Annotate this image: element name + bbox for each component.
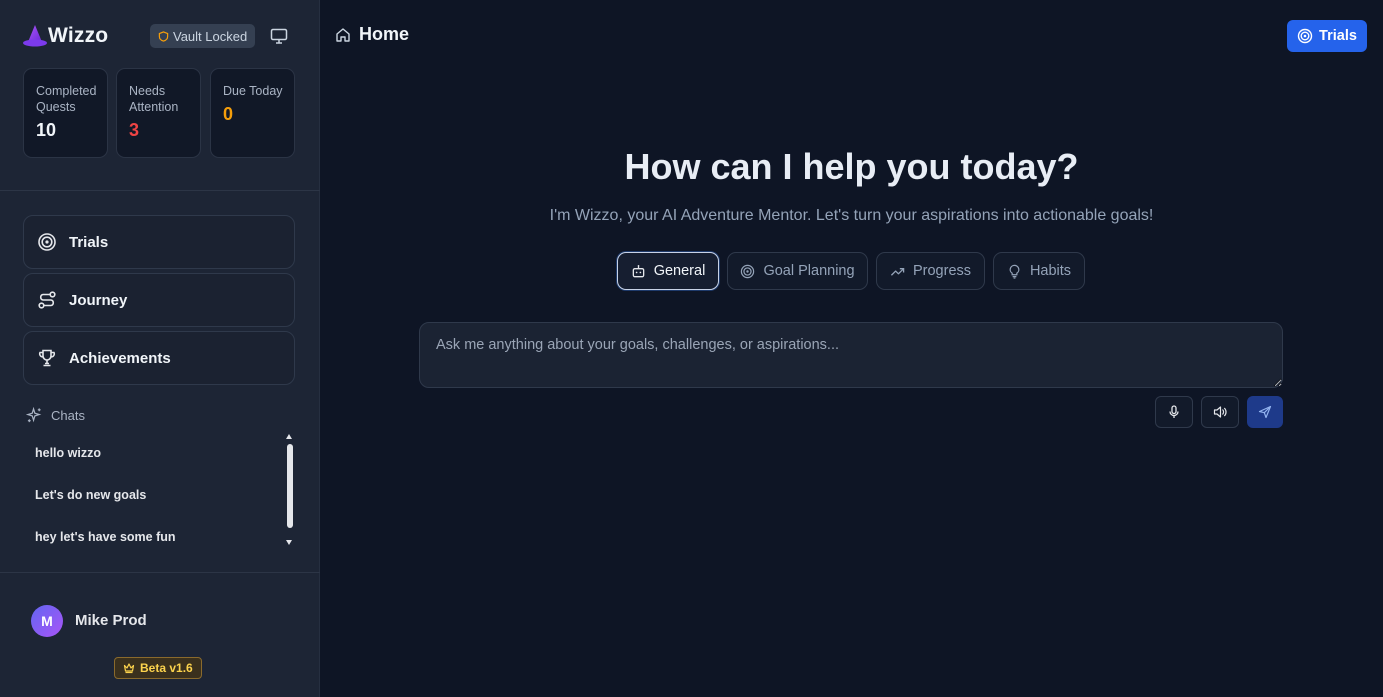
avatar[interactable]: M: [31, 605, 63, 637]
scroll-up-arrow[interactable]: [286, 434, 292, 439]
mode-tab-label: Progress: [912, 263, 972, 279]
stat-value: 10: [36, 120, 57, 140]
microphone-icon: [1169, 405, 1179, 418]
trophy-icon: [38, 349, 56, 367]
version-badge: Beta v1.6: [114, 657, 202, 679]
target-icon: [741, 264, 755, 278]
crown-icon: [123, 663, 135, 674]
stat-value: 3: [129, 120, 140, 140]
trials-button-label: Trials: [1319, 28, 1357, 44]
nav-item-trials[interactable]: Trials: [23, 215, 295, 269]
trials-button[interactable]: Trials: [1287, 20, 1367, 52]
nav-item-journey[interactable]: Journey: [23, 273, 295, 327]
scroll-down-arrow[interactable]: [286, 540, 292, 545]
nav-item-label: Achievements: [69, 349, 171, 367]
route-icon: [38, 291, 56, 309]
speaker-button[interactable]: [1201, 396, 1239, 428]
vault-status-label: Vault Locked: [173, 28, 248, 44]
stat-card-needs-attention: Needs Attention 3: [116, 68, 201, 158]
nav-item-label: Trials: [69, 233, 109, 251]
stat-card-completed: Completed Quests 10: [23, 68, 108, 158]
trending-up-icon: [890, 267, 905, 276]
mode-tab-progress[interactable]: Progress: [876, 252, 985, 290]
version-label: Beta v1.6: [140, 661, 193, 675]
nav-item-label: Journey: [69, 291, 128, 309]
stat-label: Completed Quests: [36, 84, 97, 114]
chats-label: Chats: [51, 408, 85, 423]
chat-item[interactable]: hello wizzo: [35, 446, 101, 460]
target-icon: [38, 233, 56, 251]
stat-card-due-today: Due Today 0: [210, 68, 295, 158]
mode-tab-general[interactable]: General: [617, 252, 719, 290]
target-icon: [1297, 28, 1313, 44]
mode-tab-habits[interactable]: Habits: [993, 252, 1085, 290]
app-name: Wizzo: [48, 24, 109, 47]
user-name[interactable]: Mike Prod: [75, 612, 147, 629]
divider: [0, 572, 320, 573]
shield-icon: [158, 30, 169, 42]
vault-status-badge[interactable]: Vault Locked: [150, 24, 256, 48]
send-icon: [1258, 405, 1272, 419]
chats-header: Chats: [26, 407, 85, 424]
hero-subheading: I'm Wizzo, your AI Adventure Mentor. Let…: [549, 207, 1154, 224]
mode-tab-goal-planning[interactable]: Goal Planning: [727, 252, 868, 290]
bot-icon: [632, 264, 645, 277]
stat-label: Due Today: [223, 84, 283, 98]
brand-logo[interactable]: Wizzo: [22, 22, 108, 50]
stat-value: 0: [223, 104, 234, 124]
stat-label: Needs Attention: [129, 84, 179, 114]
lightbulb-icon: [1009, 264, 1020, 279]
page-title: Home: [359, 24, 410, 44]
mode-tab-label: Habits: [1029, 263, 1072, 279]
chat-item[interactable]: Let's do new goals: [35, 488, 146, 502]
wizard-hat-icon: [23, 25, 47, 47]
chat-item[interactable]: hey let's have some fun: [35, 530, 176, 544]
monitor-icon[interactable]: [270, 28, 288, 44]
sparkles-icon: [26, 407, 42, 423]
scrollbar-thumb[interactable]: [287, 444, 293, 528]
send-button[interactable]: [1247, 396, 1283, 428]
microphone-button[interactable]: [1155, 396, 1193, 428]
speaker-icon: [1213, 406, 1227, 418]
breadcrumb: Home: [335, 24, 409, 45]
mode-tab-label: Goal Planning: [763, 263, 855, 279]
home-icon: [336, 27, 350, 42]
nav-item-achievements[interactable]: Achievements: [23, 331, 295, 385]
sidebar: Wizzo Vault Locked Completed Quests 10 N…: [0, 0, 320, 697]
chat-input[interactable]: [419, 322, 1283, 388]
mode-tab-label: General: [653, 263, 706, 279]
hero-heading: How can I help you today?: [624, 146, 1079, 187]
divider: [0, 190, 320, 191]
